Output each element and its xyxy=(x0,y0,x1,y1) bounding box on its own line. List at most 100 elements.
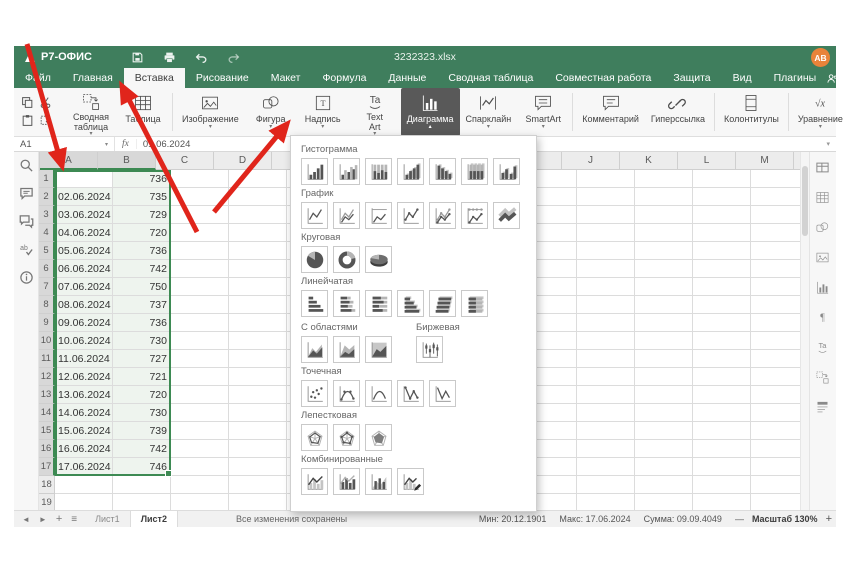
cell-B10[interactable]: 730 xyxy=(113,332,171,350)
cell-C12[interactable] xyxy=(171,368,229,386)
cell-L8[interactable] xyxy=(693,296,751,314)
cell-A14[interactable]: 14.06.2024 xyxy=(55,404,113,422)
cell-K19[interactable] xyxy=(635,494,693,510)
cell-J19[interactable] xyxy=(577,494,635,510)
row-header-17[interactable]: 17 xyxy=(39,458,55,476)
cell-A18[interactable] xyxy=(55,476,113,494)
chart-type-scatter[interactable] xyxy=(301,380,328,407)
cell-M8[interactable] xyxy=(751,296,800,314)
cell-A8[interactable]: 08.06.2024 xyxy=(55,296,113,314)
smartart-button[interactable]: SmartArt ▾ xyxy=(517,88,569,136)
chart-type-area[interactable] xyxy=(301,336,328,363)
row-header-12[interactable]: 12 xyxy=(39,368,55,386)
cell-B18[interactable] xyxy=(113,476,171,494)
prev-sheet-icon[interactable]: ◄ xyxy=(22,515,30,524)
cell-J11[interactable] xyxy=(577,350,635,368)
select-icon[interactable] xyxy=(39,114,54,129)
cell-B6[interactable]: 742 xyxy=(113,260,171,278)
shape-settings-icon[interactable] xyxy=(815,220,831,236)
cell-C13[interactable] xyxy=(171,386,229,404)
cell-M12[interactable] xyxy=(751,368,800,386)
row-header-18[interactable]: 18 xyxy=(39,476,55,494)
cell-B12[interactable]: 721 xyxy=(113,368,171,386)
cell-K8[interactable] xyxy=(635,296,693,314)
cell-L17[interactable] xyxy=(693,458,751,476)
row-header-14[interactable]: 14 xyxy=(39,404,55,422)
chart-type-combo-area-col[interactable] xyxy=(365,468,392,495)
cell-A13[interactable]: 13.06.2024 xyxy=(55,386,113,404)
cell-K9[interactable] xyxy=(635,314,693,332)
cell-B7[interactable]: 750 xyxy=(113,278,171,296)
chart-type-combo-col-line[interactable] xyxy=(301,468,328,495)
tab-Данные[interactable]: Данные xyxy=(377,68,437,88)
cell-K16[interactable] xyxy=(635,440,693,458)
cell-D11[interactable] xyxy=(229,350,287,368)
cell-A10[interactable]: 10.06.2024 xyxy=(55,332,113,350)
next-sheet-icon[interactable]: ► xyxy=(39,515,47,524)
chart-type-col-3d-clustered[interactable] xyxy=(397,158,424,185)
cell-name-box[interactable]: A1 ▾ xyxy=(14,137,115,151)
cell-M4[interactable] xyxy=(751,224,800,242)
cell-L1[interactable] xyxy=(693,170,751,188)
tab-Рисование[interactable]: Рисование xyxy=(185,68,260,88)
cell-B9[interactable]: 736 xyxy=(113,314,171,332)
search-icon[interactable] xyxy=(19,158,34,173)
cell-B16[interactable]: 742 xyxy=(113,440,171,458)
cell-J14[interactable] xyxy=(577,404,635,422)
cell-C1[interactable] xyxy=(171,170,229,188)
cell-B19[interactable] xyxy=(113,494,171,510)
cell-A17[interactable]: 17.06.2024 xyxy=(55,458,113,476)
chart-type-scatter-lines[interactable] xyxy=(429,380,456,407)
cell-D18[interactable] xyxy=(229,476,287,494)
redo-icon[interactable] xyxy=(226,49,242,65)
cell-B3[interactable]: 729 xyxy=(113,206,171,224)
cell-A1[interactable]: 01.06.2024 xyxy=(55,170,113,188)
image-button[interactable]: Изображение ▾ xyxy=(176,88,245,136)
cell-L4[interactable] xyxy=(693,224,751,242)
tab-Вид[interactable]: Вид xyxy=(722,68,763,88)
chart-type-scatter-lines-markers[interactable] xyxy=(397,380,424,407)
chart-type-col-3d-100[interactable] xyxy=(461,158,488,185)
cell-L15[interactable] xyxy=(693,422,751,440)
paste-icon[interactable] xyxy=(21,114,36,129)
header-footer-button[interactable]: Колонтитулы xyxy=(718,88,785,136)
tab-Вставка[interactable]: Вставка xyxy=(124,68,185,88)
cell-M11[interactable] xyxy=(751,350,800,368)
cell-A15[interactable]: 15.06.2024 xyxy=(55,422,113,440)
column-header-A[interactable]: A xyxy=(40,152,98,170)
vertical-scrollbar[interactable] xyxy=(800,152,809,510)
cell-L14[interactable] xyxy=(693,404,751,422)
cell-J7[interactable] xyxy=(577,278,635,296)
sheet-tab-Лист2[interactable]: Лист2 xyxy=(130,511,178,527)
cell-J13[interactable] xyxy=(577,386,635,404)
chart-type-scatter-smooth[interactable] xyxy=(365,380,392,407)
cell-L7[interactable] xyxy=(693,278,751,296)
cell-M18[interactable] xyxy=(751,476,800,494)
cell-L11[interactable] xyxy=(693,350,751,368)
cell-B17[interactable]: 746 xyxy=(113,458,171,476)
cell-A7[interactable]: 07.06.2024 xyxy=(55,278,113,296)
cell-M5[interactable] xyxy=(751,242,800,260)
cell-J16[interactable] xyxy=(577,440,635,458)
cell-C9[interactable] xyxy=(171,314,229,332)
chart-type-doughnut[interactable] xyxy=(333,246,360,273)
cell-K14[interactable] xyxy=(635,404,693,422)
cell-J5[interactable] xyxy=(577,242,635,260)
copy-icon[interactable] xyxy=(21,96,36,111)
cell-A2[interactable]: 02.06.2024 xyxy=(55,188,113,206)
cell-M14[interactable] xyxy=(751,404,800,422)
chart-type-pie[interactable] xyxy=(301,246,328,273)
cell-C7[interactable] xyxy=(171,278,229,296)
cell-C15[interactable] xyxy=(171,422,229,440)
cell-K7[interactable] xyxy=(635,278,693,296)
cell-L10[interactable] xyxy=(693,332,751,350)
cell-A16[interactable]: 16.06.2024 xyxy=(55,440,113,458)
cell-M1[interactable] xyxy=(751,170,800,188)
user-avatar[interactable]: AB xyxy=(811,48,830,67)
text-settings-icon[interactable]: ¶ xyxy=(815,310,831,326)
cell-K3[interactable] xyxy=(635,206,693,224)
cell-B4[interactable]: 720 xyxy=(113,224,171,242)
tab-Сводная таблица[interactable]: Сводная таблица xyxy=(437,68,544,88)
cell-D5[interactable] xyxy=(229,242,287,260)
chart-type-radar[interactable] xyxy=(301,424,328,451)
